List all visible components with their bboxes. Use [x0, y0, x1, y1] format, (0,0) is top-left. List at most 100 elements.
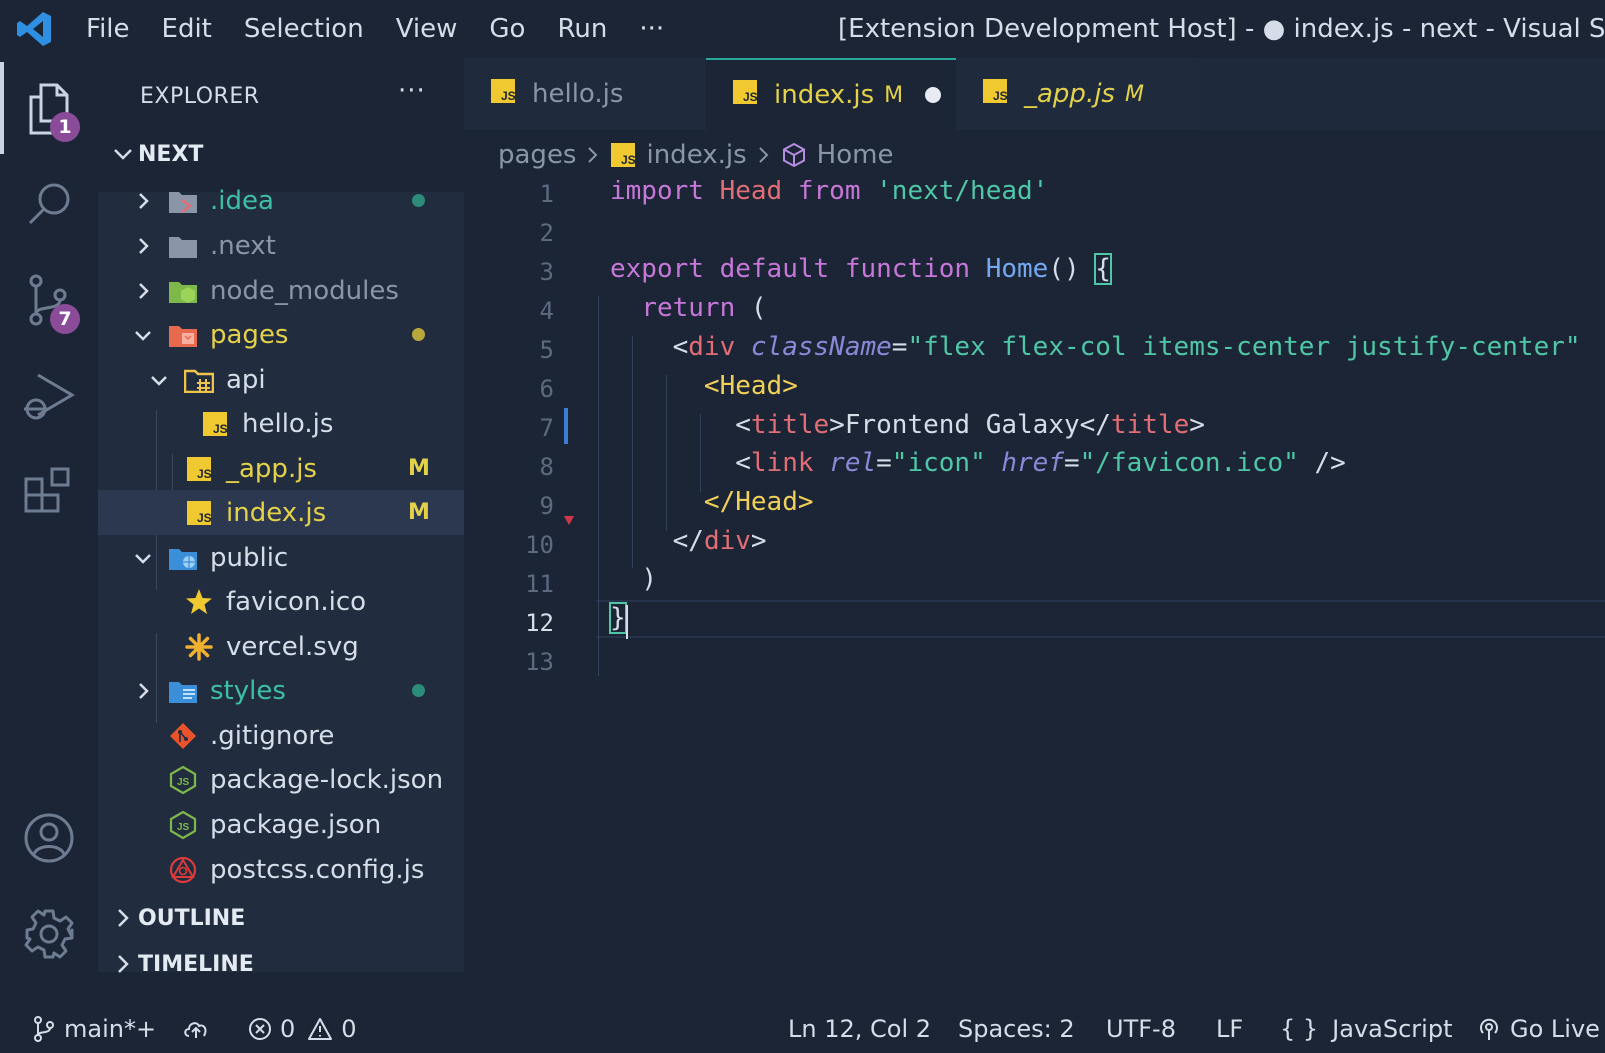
star-icon — [184, 587, 214, 617]
svg-text:JS: JS — [501, 89, 516, 103]
go-live-button[interactable]: Go Live — [1476, 1005, 1600, 1053]
tree-item-label: favicon.ico — [226, 586, 367, 617]
accounts-activity[interactable] — [0, 790, 98, 886]
code-line-7: <title>Frontend Galaxy</title> — [735, 410, 1205, 440]
tree-item-favicon[interactable]: favicon.ico — [98, 579, 464, 624]
tree-item-label: package-lock.json — [210, 764, 444, 795]
tab-label: hello.js — [532, 79, 624, 109]
tab-app-js[interactable]: JS _app.js M — [956, 58, 1199, 130]
error-icon — [248, 1017, 272, 1041]
cursor-position[interactable]: Ln 12, Col 2 — [788, 1005, 931, 1053]
folder-styles-icon — [168, 676, 198, 706]
tab-hello-js[interactable]: JS hello.js — [464, 58, 706, 130]
workspace-root-header[interactable]: NEXT — [98, 132, 464, 176]
run-debug-activity[interactable] — [0, 348, 98, 444]
menu-selection[interactable]: Selection — [228, 0, 380, 58]
code-editor[interactable]: 1 2 3 4 5 6 7 8 9 10 11 12 13 import Hea… — [464, 180, 1605, 1005]
untracked-dot — [412, 194, 425, 207]
indent-guide — [598, 296, 599, 676]
tab-status: M — [1124, 81, 1144, 107]
tree-item-vercel-svg[interactable]: vercel.svg — [98, 624, 464, 669]
tree-item-public[interactable]: public — [98, 535, 464, 580]
menu-file[interactable]: File — [70, 0, 146, 58]
code-line-1: import Head from 'next/head' — [610, 180, 1049, 206]
explorer-more-actions-button[interactable]: ··· — [398, 76, 426, 106]
line-number: 2 — [539, 219, 554, 247]
title-bar: File Edit Selection View Go Run ··· [Ext… — [0, 0, 1605, 58]
outline-section-header[interactable]: OUTLINE — [98, 896, 464, 940]
language-label: JavaScript — [1332, 1015, 1453, 1043]
tree-item-postcss-config[interactable]: postcss.config.js — [98, 847, 464, 892]
tree-item-node-modules[interactable]: node_modules — [98, 268, 464, 313]
menu-go[interactable]: Go — [473, 0, 541, 58]
code-line-8: <link rel="icon" href="/favicon.ico" /> — [735, 448, 1346, 478]
tree-item-idea[interactable]: .idea — [98, 178, 464, 223]
breadcrumb-symbol[interactable]: Home — [817, 140, 894, 170]
breadcrumb: pages JS index.js Home — [464, 130, 1605, 180]
language-mode[interactable]: { } JavaScript — [1280, 1005, 1452, 1053]
code-line-12: } — [609, 602, 627, 634]
unsaved-dot-icon[interactable] — [925, 87, 942, 103]
folder-public-icon — [168, 543, 198, 573]
eol-status[interactable]: LF — [1216, 1005, 1243, 1053]
chevron-right-icon — [586, 145, 600, 165]
javascript-file-icon: JS — [610, 142, 636, 168]
tab-index-js[interactable]: JS index.js M — [706, 58, 956, 130]
extensions-activity[interactable] — [0, 444, 98, 540]
symbol-method-icon — [781, 142, 807, 168]
tree-item-label: styles — [210, 675, 286, 706]
sync-button[interactable] — [182, 1005, 210, 1053]
tree-item-hello-js[interactable]: JS hello.js — [98, 401, 464, 446]
source-control-activity[interactable]: 7 — [0, 252, 98, 348]
tree-item-package-json[interactable]: JS package.json — [98, 802, 464, 847]
timeline-section-header[interactable]: TIMELINE — [98, 942, 464, 986]
branch-status[interactable]: main*+ — [32, 1005, 156, 1053]
git-status-modified: M — [408, 500, 430, 525]
tree-item-index-js[interactable]: JS index.js M — [98, 490, 464, 535]
menu-run[interactable]: Run — [541, 0, 623, 58]
gear-icon — [24, 909, 74, 959]
tree-item-app-js[interactable]: JS _app.js M — [98, 446, 464, 491]
file-tree: .idea .next node_modules pages api JS he… — [98, 186, 464, 972]
line-number: 3 — [539, 258, 554, 286]
manage-activity[interactable] — [0, 886, 98, 982]
svg-text:JS: JS — [177, 822, 190, 833]
breadcrumb-folder[interactable]: pages — [498, 140, 576, 170]
tree-item-styles[interactable]: styles — [98, 668, 464, 713]
window-title: [Extension Development Host] - ● index.j… — [838, 14, 1605, 44]
explorer-badge: 1 — [50, 112, 80, 142]
git-file-icon — [168, 721, 198, 751]
code-line-10: </div> — [672, 526, 767, 556]
encoding-status[interactable]: UTF-8 — [1106, 1005, 1176, 1053]
modified-line-gutter — [564, 408, 568, 444]
workspace-root-label: NEXT — [138, 141, 204, 167]
tree-item-pages[interactable]: pages — [98, 312, 464, 357]
chevron-down-icon — [130, 322, 156, 348]
breadcrumb-file[interactable]: index.js — [646, 140, 746, 170]
account-icon — [24, 813, 74, 863]
search-activity[interactable] — [0, 156, 98, 252]
go-live-label: Go Live — [1510, 1015, 1600, 1043]
folder-icon — [168, 231, 198, 261]
indentation-status[interactable]: Spaces: 2 — [958, 1005, 1075, 1053]
line-number: 13 — [525, 648, 554, 676]
tree-item-api[interactable]: api — [98, 357, 464, 402]
tree-item-gitignore[interactable]: .gitignore — [98, 713, 464, 758]
tree-item-next[interactable]: .next — [98, 223, 464, 268]
line-number: 8 — [539, 453, 554, 481]
menu-more[interactable]: ··· — [623, 0, 680, 58]
broadcast-icon — [1476, 1016, 1502, 1042]
menu-view[interactable]: View — [380, 0, 474, 58]
outline-label: OUTLINE — [138, 905, 246, 931]
folder-api-icon — [184, 365, 214, 395]
javascript-file-icon: JS — [200, 409, 230, 439]
text-cursor — [626, 605, 628, 639]
menu-edit[interactable]: Edit — [146, 0, 228, 58]
explorer-activity[interactable]: 1 — [0, 60, 98, 156]
chevron-down-icon — [130, 545, 156, 571]
timeline-label: TIMELINE — [138, 951, 254, 977]
tree-item-package-lock[interactable]: JS package-lock.json — [98, 757, 464, 802]
line-number: 6 — [539, 375, 554, 403]
problems-status[interactable]: 0 0 — [248, 1005, 357, 1053]
javascript-file-icon: JS — [732, 79, 758, 112]
